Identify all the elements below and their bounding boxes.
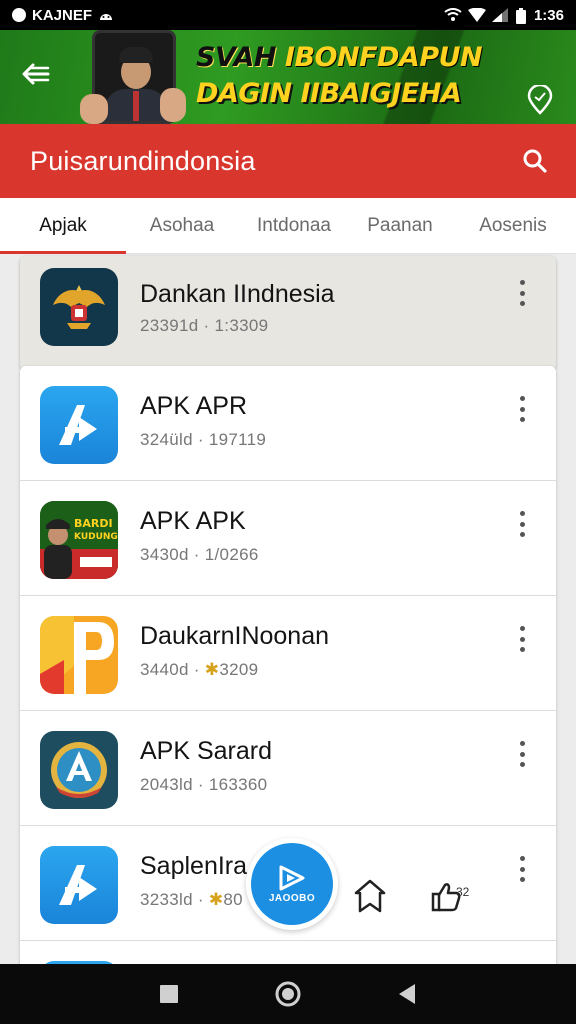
battery-icon — [515, 8, 526, 24]
app-size: 1/0266 — [204, 545, 259, 564]
more-options-button[interactable] — [510, 624, 534, 654]
app-meta: 3440d · ✱3209 — [140, 660, 258, 680]
app-meta: 324üld · 197119 — [140, 430, 266, 450]
wifi-icon — [467, 7, 486, 22]
app-downloads: 3430d · — [140, 545, 205, 564]
hotspot-icon — [444, 8, 462, 22]
featured-app-card[interactable]: Dankan IIndnesia 23391d · 1:3309 — [20, 256, 556, 371]
hand-image — [160, 88, 186, 122]
hand-image — [80, 94, 108, 124]
tab-aosenis[interactable]: Aosenis — [450, 198, 576, 254]
svg-text:BARDI: BARDI — [74, 517, 113, 530]
promo-banner[interactable]: SVAH IBONFDAPUN DAGIN IIBAIGJEHA — [0, 30, 576, 124]
banner-headline: SVAH IBONFDAPUN DAGIN IIBAIGJEHA — [196, 40, 506, 112]
system-nav-bar — [0, 964, 576, 1024]
more-options-button[interactable] — [510, 509, 534, 539]
banner-line1-a: SVAH — [196, 42, 285, 73]
app-meta: 3233ld · ✱80 — [140, 890, 243, 910]
featured-app-size: 1:3309 — [214, 316, 269, 335]
play-logo-icon — [279, 865, 305, 890]
search-icon — [523, 149, 547, 173]
android-icon — [98, 8, 114, 22]
list-item[interactable] — [20, 941, 556, 966]
back-button[interactable] — [16, 54, 56, 94]
star-icon: ✱ — [204, 660, 220, 679]
search-button[interactable] — [516, 142, 554, 180]
app-size: 197119 — [208, 430, 267, 449]
list-item[interactable]: APK APR 324üld · 197119 — [20, 366, 556, 481]
more-options-button[interactable] — [510, 739, 534, 769]
app-name: DaukarnINoonan — [140, 622, 330, 650]
app-downloads: 3440d · — [140, 660, 205, 679]
location-pin-icon — [527, 85, 553, 115]
location-button[interactable] — [522, 82, 558, 118]
app-size: 3209 — [219, 660, 259, 679]
tab-bar: Apjak Asohaa Intdonaa Paanan Aosenis — [0, 198, 576, 254]
list-item[interactable]: APK Sarard 2043ld · 163360 — [20, 711, 556, 826]
recents-square-icon — [160, 985, 179, 1003]
more-options-button[interactable] — [510, 394, 534, 424]
screen: KAJNEF 1:36 SVAH IBONFDAPUN DAGIN IIBAIG… — [0, 0, 576, 1024]
tab-asohaa[interactable]: Asohaa — [126, 198, 238, 254]
tab-paanan[interactable]: Paanan — [350, 198, 450, 254]
recents-button[interactable] — [149, 974, 189, 1014]
list-item[interactable]: BARDI KUDUNG APK APK 3430d · 1/0266 — [20, 481, 556, 596]
list-item[interactable]: DaukarnINoonan 3440d · ✱3209 — [20, 596, 556, 711]
tab-apjak[interactable]: Apjak — [0, 198, 126, 254]
star-icon: ✱ — [208, 890, 224, 909]
app-downloads: 324üld · — [140, 430, 209, 449]
fab-button[interactable]: JAOOBO — [246, 838, 338, 930]
orange-p-logo-icon — [40, 616, 118, 694]
app-name: APK Sarard — [140, 737, 273, 765]
more-options-button[interactable] — [510, 854, 534, 884]
app-meta: 2043ld · 163360 — [140, 775, 267, 795]
fab-label: JAOOBO — [268, 892, 316, 904]
featured-app-downloads: 23391d · — [140, 316, 215, 335]
status-time: 1:36 — [533, 6, 564, 24]
app-name: SaplenIra — [140, 852, 248, 880]
back-nav-button[interactable] — [387, 974, 427, 1014]
blue-a-logo-icon — [40, 846, 118, 924]
tab-intdonaa[interactable]: Intdonaa — [238, 198, 350, 254]
status-left-text: KAJNEF — [32, 6, 93, 24]
notification-icon — [12, 8, 26, 22]
poster-app-icon: BARDI KUDUNG — [40, 501, 118, 579]
blue-a-logo-icon — [40, 386, 118, 464]
bookmark-house-icon — [354, 879, 386, 913]
app-meta: 3430d · 1/0266 — [140, 545, 259, 565]
svg-text:KUDUNG: KUDUNG — [74, 532, 118, 542]
featured-app-meta: 23391d · 1:3309 — [140, 316, 268, 336]
home-circle-icon — [275, 981, 301, 1007]
app-name: APK APK — [140, 507, 246, 535]
app-size: 80 — [223, 890, 243, 909]
garuda-emblem-icon — [40, 268, 118, 346]
app-downloads: 2043ld · — [140, 775, 209, 794]
featured-app-name: Dankan IIndnesia — [140, 280, 335, 308]
back-triangle-icon — [398, 984, 415, 1004]
app-bar: Puisarundindonsia — [0, 124, 576, 198]
page-title: Puisarundindonsia — [30, 145, 256, 176]
more-options-button[interactable] — [510, 278, 534, 308]
back-arrow-icon — [22, 63, 50, 85]
home-button[interactable] — [268, 974, 308, 1014]
status-bar: KAJNEF 1:36 — [0, 0, 576, 30]
app-size: 163360 — [208, 775, 268, 794]
app-name: APK APR — [140, 392, 247, 420]
app-downloads: 3233ld · — [140, 890, 209, 909]
banner-line1-b: IBONFDAPUN — [284, 42, 483, 73]
like-count: 32 — [456, 885, 470, 899]
shield-a-logo-icon — [40, 731, 118, 809]
bookmark-button[interactable] — [346, 872, 394, 920]
banner-line2: DAGIN IIBAIGJEHA — [196, 78, 462, 109]
signal-icon — [491, 8, 508, 22]
fab-inner: JAOOBO — [251, 843, 333, 925]
